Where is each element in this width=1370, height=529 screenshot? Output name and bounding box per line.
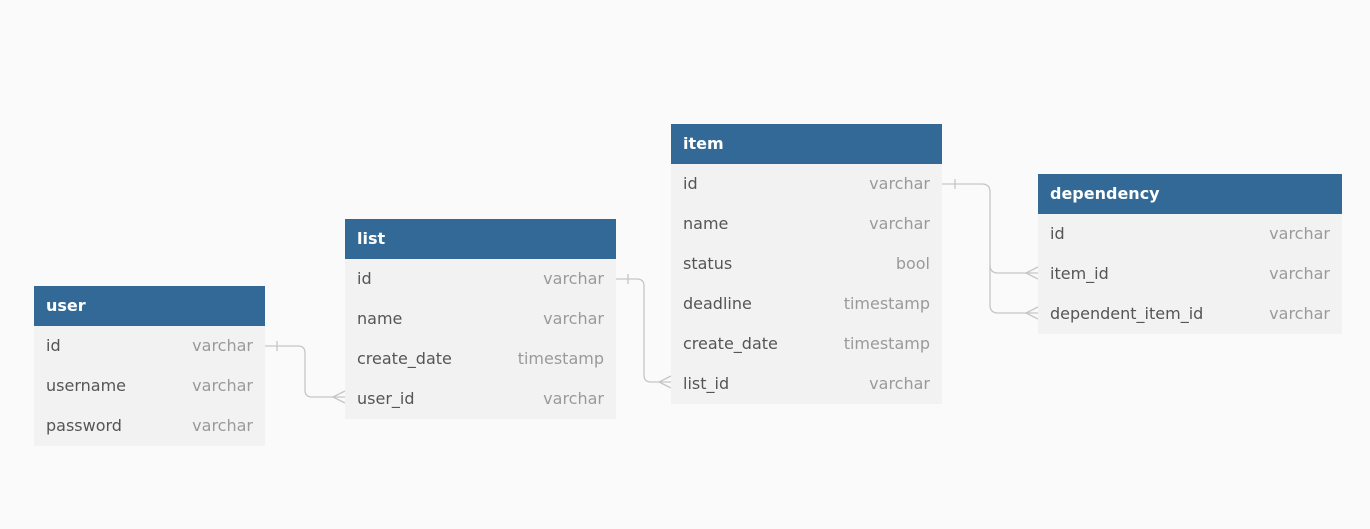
field-type: varchar [543,389,604,408]
field-type: varchar [869,374,930,393]
field-row[interactable]: status bool [671,244,942,284]
field-type: varchar [192,376,253,395]
field-row[interactable]: create_date timestamp [345,339,616,379]
field-name: id [46,336,61,355]
field-type: timestamp [517,349,604,368]
field-name: dependent_item_id [1050,304,1204,323]
table-header-item[interactable]: item [671,124,942,164]
table-dependency[interactable]: dependency id varchar item_id varchar de… [1038,174,1342,334]
relation-list-item[interactable] [616,278,671,383]
field-name: user_id [357,389,415,408]
field-name: list_id [683,374,730,393]
field-row[interactable]: list_id varchar [671,364,942,404]
field-row[interactable]: id varchar [671,164,942,204]
field-row[interactable]: name varchar [345,299,616,339]
field-row[interactable]: create_date timestamp [671,324,942,364]
field-type: varchar [869,214,930,233]
field-type: timestamp [843,334,930,353]
field-type: bool [895,254,930,273]
table-user[interactable]: user id varchar username varchar passwor… [34,286,265,446]
field-type: varchar [192,416,253,435]
relation-user-list[interactable] [265,345,345,398]
field-row[interactable]: deadline timestamp [671,284,942,324]
field-name: id [1050,224,1065,243]
field-type: varchar [1269,224,1330,243]
field-row[interactable]: password varchar [34,406,265,446]
table-header-dependency[interactable]: dependency [1038,174,1342,214]
field-name: item_id [1050,264,1109,283]
field-type: varchar [869,174,930,193]
field-name: id [357,269,372,288]
field-row[interactable]: id varchar [34,326,265,366]
field-row[interactable]: name varchar [671,204,942,244]
diagram-canvas[interactable]: user id varchar username varchar passwor… [0,0,1370,529]
field-row[interactable]: dependent_item_id varchar [1038,294,1342,334]
field-row[interactable]: id varchar [1038,214,1342,254]
table-item[interactable]: item id varchar name varchar status bool… [671,124,942,404]
field-name: create_date [357,349,452,368]
field-name: username [46,376,126,395]
table-list[interactable]: list id varchar name varchar create_date… [345,219,616,419]
field-name: create_date [683,334,778,353]
field-type: varchar [1269,264,1330,283]
field-type: varchar [543,309,604,328]
field-type: varchar [543,269,604,288]
relation-item-dependency-dependent-item-id[interactable] [989,265,1038,314]
field-name: status [683,254,733,273]
field-row[interactable]: user_id varchar [345,379,616,419]
field-name: id [683,174,698,193]
table-header-user[interactable]: user [34,286,265,326]
relation-item-dependency-item-id[interactable] [942,183,1038,274]
field-name: name [683,214,729,233]
field-row[interactable]: id varchar [345,259,616,299]
field-row[interactable]: item_id varchar [1038,254,1342,294]
field-row[interactable]: username varchar [34,366,265,406]
field-name: name [357,309,403,328]
field-name: password [46,416,122,435]
field-type: timestamp [843,294,930,313]
field-type: varchar [192,336,253,355]
field-name: deadline [683,294,752,313]
table-header-list[interactable]: list [345,219,616,259]
field-type: varchar [1269,304,1330,323]
